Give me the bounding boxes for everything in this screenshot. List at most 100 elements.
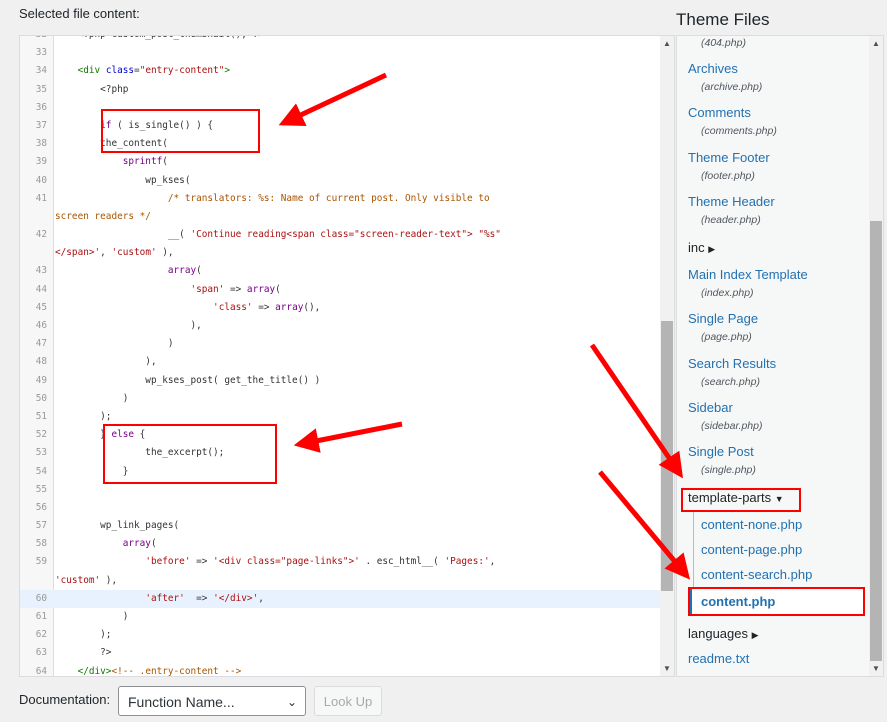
editor-scrollbar[interactable]: ▲ ▼ (660, 36, 674, 676)
theme-files-title: Theme Files (676, 10, 770, 29)
code-token: ( (196, 265, 202, 277)
scroll-down-icon[interactable]: ▼ (872, 664, 880, 673)
code-line[interactable]: 50 ) (20, 390, 660, 408)
folder-template-parts[interactable]: template-parts ▼ (688, 490, 784, 505)
caret-down-icon: ▼ (774, 494, 784, 504)
code-line[interactable]: 46 ), (20, 317, 660, 335)
files-scrollbar[interactable]: ▲ ▼ (869, 36, 883, 676)
file-item[interactable]: Archives (688, 61, 738, 76)
code-token: 'custom' (55, 574, 101, 586)
file-item[interactable]: Sidebar (688, 400, 733, 415)
code-line[interactable]: 54 } (20, 463, 660, 481)
file-item[interactable]: content-page.php (701, 542, 802, 557)
file-item[interactable]: Theme Footer (688, 150, 770, 165)
function-name-select[interactable]: Function Name... ⌄ (118, 686, 306, 716)
code-token: "entry-content" (139, 65, 225, 77)
code-token: ), (55, 320, 202, 331)
code-line[interactable]: 56 (20, 499, 660, 517)
code-line[interactable]: 61 ) (20, 608, 660, 626)
scroll-up-icon[interactable]: ▲ (872, 39, 880, 48)
code-text: 'before' => '<div class="page-links">' .… (55, 553, 495, 571)
code-token: ( (150, 538, 157, 550)
code-line[interactable]: 41 /* translators: %s: Name of current p… (20, 190, 660, 208)
code-lines[interactable]: 32 <?php custom_post_thumbnail(); ?> 33 34… (20, 36, 660, 676)
file-item[interactable]: content-none.php (701, 517, 802, 532)
code-line[interactable]: 49 wp_kses_post( get_the_title() ) (20, 372, 660, 390)
code-line[interactable]: 40 wp_kses( (20, 172, 660, 190)
code-text: ), (55, 317, 202, 335)
code-line[interactable]: 55 (20, 481, 660, 499)
code-token: sprintf (122, 156, 163, 168)
line-number: 61 (35, 611, 47, 622)
code-token: </span>' (55, 247, 101, 259)
code-text: 'after' => '</div>', (55, 590, 264, 608)
code-line[interactable]: 37 if ( is_single() ) { (20, 117, 660, 135)
folder-label: inc (688, 240, 705, 255)
file-name: (sidebar.php) (701, 419, 763, 432)
line-number: 47 (35, 338, 47, 350)
code-editor[interactable]: 32 <?php custom_post_thumbnail(); ?> 33 34… (19, 35, 675, 677)
files-scroll-thumb[interactable] (870, 221, 882, 661)
look-up-button[interactable]: Look Up (314, 686, 382, 716)
code-line[interactable]: 43 array( (20, 262, 660, 280)
code-text: </div><!-- .entry-content --> (55, 663, 242, 676)
file-item[interactable]: Single Page (688, 311, 758, 326)
file-name: (404.php) (701, 37, 746, 49)
file-item[interactable]: Comments (688, 105, 751, 120)
scroll-down-icon[interactable]: ▼ (663, 664, 671, 673)
editor-scroll-thumb[interactable] (661, 321, 673, 591)
code-line[interactable]: 'custom' ), (20, 572, 660, 590)
folder-inc[interactable]: inc ▶ (688, 240, 715, 255)
code-line[interactable]: 48 ), (20, 353, 660, 371)
code-token: array (246, 283, 276, 295)
code-token: 'custom' (111, 247, 157, 259)
code-line[interactable]: 64 </div><!-- .entry-content --> (20, 663, 660, 676)
code-line[interactable]: 57 wp_link_pages( (20, 517, 660, 535)
code-line[interactable]: </span>', 'custom' ), (20, 244, 660, 262)
code-token: '<div class="page-links">' (213, 556, 360, 568)
code-line[interactable]: 62 ); (20, 626, 660, 644)
code-line[interactable]: 38 the_content( (20, 135, 660, 153)
file-item-readme[interactable]: readme.txt (688, 651, 749, 666)
select-value: Function Name... (128, 694, 235, 710)
code-line[interactable]: 35 <?php (20, 81, 660, 99)
line-number: 56 (35, 501, 47, 513)
code-line[interactable]: 36 (20, 99, 660, 117)
code-line[interactable]: 51 ); (20, 408, 660, 426)
code-line[interactable]: screen readers */ (20, 208, 660, 226)
file-item-content-php-selected[interactable]: content.php (690, 589, 864, 615)
code-line[interactable]: 52 } else { (20, 426, 660, 444)
code-line[interactable]: 33 (20, 44, 660, 62)
file-item[interactable]: Search Results (688, 356, 776, 371)
code-token: ); (55, 629, 112, 641)
line-number: 63 (35, 647, 47, 659)
code-line[interactable]: 53 the_excerpt(); (20, 444, 660, 462)
file-name: (search.php) (701, 375, 760, 388)
line-number: 49 (35, 374, 47, 386)
scroll-up-icon[interactable]: ▲ (663, 39, 671, 48)
code-line[interactable]: 58 array( (20, 535, 660, 553)
file-item[interactable]: Theme Header (688, 194, 775, 209)
code-text: 'custom' ), (55, 572, 117, 590)
code-line[interactable]: 39 sprintf( (20, 153, 660, 171)
code-line[interactable]: 44 'span' => array( (20, 281, 660, 299)
file-item[interactable]: content-search.php (701, 567, 812, 582)
code-line[interactable]: 60 'after' => '</div>', (20, 589, 660, 608)
code-line[interactable]: 59 'before' => '<div class="page-links">… (20, 553, 660, 571)
code-line[interactable]: 42 __( 'Continue reading<span class="scr… (20, 226, 660, 244)
code-line[interactable]: 32 <?php custom_post_thumbnail(); ?> (20, 36, 660, 44)
code-text: wp_kses_post( get_the_title() ) (55, 372, 320, 390)
file-item[interactable]: Main Index Template (688, 267, 808, 282)
code-token: the_content( (55, 138, 168, 150)
folder-label: template-parts (688, 490, 772, 505)
code-token: 'before' (145, 556, 191, 568)
code-line[interactable]: 45 'class' => array(), (20, 299, 660, 317)
code-line[interactable]: 34 <div class="entry-content"> (20, 62, 660, 80)
line-number: 51 (35, 410, 47, 422)
code-line[interactable]: 47 ) (20, 335, 660, 353)
code-token: ), (55, 356, 157, 368)
code-line[interactable]: 63 ?> (20, 644, 660, 662)
folder-languages[interactable]: languages ▶ (688, 626, 759, 641)
file-item[interactable]: Single Post (688, 444, 754, 459)
